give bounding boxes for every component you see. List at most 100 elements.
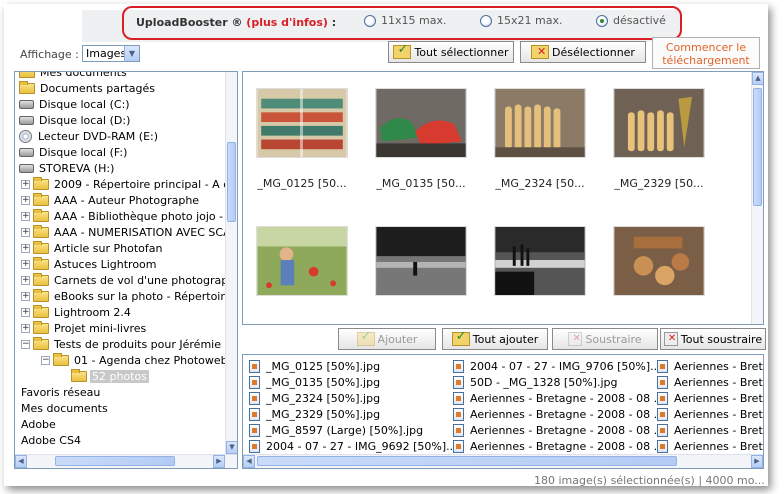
tree-item[interactable]: + Article sur Photofan <box>21 240 164 256</box>
thumbnail-gallery[interactable]: _MG_0125 [50... _MG_0135 [50... _MG_2324 [… <box>242 71 764 325</box>
remove-button[interactable]: Soustraire <box>552 328 658 350</box>
scroll-right-icon[interactable]: ▶ <box>213 455 225 468</box>
file-item[interactable]: _MG_0135 [50%].jpg <box>249 374 380 390</box>
tree-item[interactable]: Documents partagés <box>19 80 157 96</box>
tree-item[interactable]: Disque local (F:) <box>19 144 129 160</box>
file-item[interactable]: 50D - _MG_1328 [50%].jpg <box>453 374 618 390</box>
gallery-vertical-scrollbar[interactable]: ▲ <box>751 72 763 324</box>
thumbnail-card[interactable]: _MG_2324 [50... <box>487 82 593 198</box>
file-item[interactable]: Aeriennes - Bretag <box>657 390 763 406</box>
start-upload-button[interactable]: Commencer le téléchargement <box>652 37 760 69</box>
radio-11x15-icon[interactable] <box>364 14 376 27</box>
tree-item[interactable]: Adobe <box>19 416 58 432</box>
remove-all-button[interactable]: Tout soustraire <box>660 328 766 350</box>
tree-item[interactable]: 52 photos <box>59 368 149 384</box>
radio-15x21-icon[interactable] <box>480 14 492 27</box>
file-item[interactable]: _MG_8597 (Large) [50%].jpg <box>249 422 423 438</box>
expand-icon[interactable]: + <box>21 211 30 221</box>
thumbnail-image[interactable] <box>375 88 467 158</box>
thumbnail-card[interactable] <box>487 220 593 324</box>
radio-15x21[interactable]: 15x21 max. <box>480 14 562 27</box>
tree-item[interactable]: Disque local (C:) <box>19 96 132 112</box>
thumbnail-card[interactable]: _MG_2329 [50... <box>606 82 712 198</box>
files-hscroll-thumb[interactable] <box>257 456 677 466</box>
tree-item[interactable]: Mes documents <box>19 72 129 80</box>
thumbnail-image[interactable] <box>256 88 348 158</box>
view-select[interactable]: Images ▼ <box>82 45 140 62</box>
file-item[interactable]: 2004 - 07 - 27 - IMG_9706 [50%].... <box>453 358 664 374</box>
folder-tree[interactable]: Mes documents Documents partagés Disque lo… <box>14 71 238 469</box>
scroll-down-icon[interactable]: ▼ <box>226 441 237 454</box>
collapse-icon[interactable]: − <box>41 355 50 365</box>
tree-item[interactable]: + Astuces Lightroom <box>21 256 159 272</box>
files-scroll-right-icon[interactable]: ▶ <box>751 455 763 468</box>
tree-item[interactable]: + Carnets de vol d'une photograph <box>21 272 225 288</box>
scroll-up-icon[interactable]: ▲ <box>752 72 763 85</box>
gallery-scroll-thumb[interactable] <box>753 88 762 206</box>
tree-item[interactable]: Mes documents <box>19 400 110 416</box>
thumbnail-card[interactable]: _MG_0125 [50... <box>249 82 355 198</box>
expand-icon[interactable]: + <box>21 259 30 269</box>
tree-item[interactable]: − 01 - Agenda chez Photoweb <box>41 352 225 368</box>
tree-horizontal-scrollbar[interactable]: ◀ ▶ <box>15 454 237 468</box>
tree-vertical-scrollbar[interactable]: ▼ <box>225 72 237 454</box>
file-item[interactable]: Aeriennes - Bretagne - 2008 - 08 ... <box>453 422 664 438</box>
expand-icon[interactable]: + <box>21 243 30 253</box>
thumbnail-image[interactable] <box>494 226 586 296</box>
file-item[interactable]: Aeriennes - Bretag <box>657 374 763 390</box>
radio-11x15[interactable]: 11x15 max. <box>364 14 446 27</box>
files-horizontal-scrollbar[interactable]: ◀ ▶ <box>243 454 763 468</box>
add-button[interactable]: Ajouter <box>338 328 436 350</box>
expand-icon[interactable]: + <box>21 275 30 285</box>
selected-files-list[interactable]: _MG_0125 [50%].jpg _MG_0135 [50%].jpg _MG_… <box>242 354 764 469</box>
tree-item[interactable]: + AAA - NUMERISATION AVEC SCA <box>21 224 225 240</box>
expand-icon[interactable]: + <box>21 179 30 189</box>
more-info-link[interactable]: (plus d'infos) <box>246 16 328 29</box>
file-item[interactable]: Aeriennes - Bretagne - 2008 - 08 ... <box>453 438 664 454</box>
tree-item[interactable]: + AAA - Bibliothèque photo jojo - A <box>21 208 225 224</box>
scroll-left-icon[interactable]: ◀ <box>15 455 27 468</box>
deselect-button[interactable]: Désélectionner <box>520 41 646 63</box>
thumbnail-image[interactable] <box>375 226 467 296</box>
thumbnail-image[interactable] <box>256 226 348 296</box>
expand-icon[interactable]: + <box>21 307 30 317</box>
collapse-icon[interactable]: − <box>21 339 30 349</box>
tree-item[interactable]: + Lightroom 2.4 <box>21 304 133 320</box>
chevron-down-icon[interactable]: ▼ <box>124 46 139 61</box>
select-all-button[interactable]: Tout sélectionner <box>388 41 514 63</box>
file-item[interactable]: _MG_0125 [50%].jpg <box>249 358 380 374</box>
tree-item[interactable]: + eBooks sur la photo - Répertoire <box>21 288 225 304</box>
tree-item[interactable]: Disque local (D:) <box>19 112 132 128</box>
file-item[interactable]: Aeriennes - Bretag <box>657 406 763 422</box>
file-item[interactable]: 2004 - 07 - 27 - IMG_9692 [50%].... <box>249 438 460 454</box>
add-all-button[interactable]: Tout ajouter <box>442 328 548 350</box>
file-item[interactable]: Aeriennes - Bretagne - 2008 - 08 ... <box>453 390 664 406</box>
thumbnail-image[interactable] <box>613 88 705 158</box>
file-item[interactable]: Aeriennes - Bretagne - 2008 - 08 ... <box>453 406 664 422</box>
thumbnail-card[interactable] <box>368 220 474 324</box>
tree-item[interactable]: − Tests de produits pour Jérémie Pa <box>21 336 225 352</box>
tree-item[interactable]: + Projet mini-livres <box>21 320 148 336</box>
thumbnail-image[interactable] <box>494 88 586 158</box>
tree-item[interactable]: Favoris réseau <box>19 384 102 400</box>
thumbnail-image[interactable] <box>613 226 705 296</box>
files-scroll-left-icon[interactable]: ◀ <box>243 455 255 468</box>
file-item[interactable]: Aeriennes - Bretag <box>657 422 763 438</box>
file-item[interactable]: Aeriennes - Bretag <box>657 358 763 374</box>
expand-icon[interactable]: + <box>21 195 30 205</box>
radio-desactive[interactable]: désactivé <box>596 14 666 27</box>
tree-item[interactable]: STOREVA (H:) <box>19 160 116 176</box>
tree-item[interactable]: Lecteur DVD-RAM (E:) <box>19 128 160 144</box>
thumbnail-card[interactable] <box>249 220 355 324</box>
expand-icon[interactable]: + <box>21 323 30 333</box>
file-item[interactable]: _MG_2329 [50%].jpg <box>249 406 380 422</box>
expand-icon[interactable]: + <box>21 227 30 237</box>
tree-hscroll-thumb[interactable] <box>55 456 175 466</box>
tree-item[interactable]: Adobe CS4 <box>19 432 83 448</box>
tree-item[interactable]: +2009 - Répertoire principal - A dis <box>21 176 225 192</box>
tree-scroll-thumb[interactable] <box>227 142 236 222</box>
expand-icon[interactable]: + <box>21 291 30 301</box>
thumbnail-card[interactable] <box>606 220 712 324</box>
thumbnail-card[interactable]: _MG_0135 [50... <box>368 82 474 198</box>
tree-item[interactable]: + AAA - Auteur Photographe <box>21 192 201 208</box>
